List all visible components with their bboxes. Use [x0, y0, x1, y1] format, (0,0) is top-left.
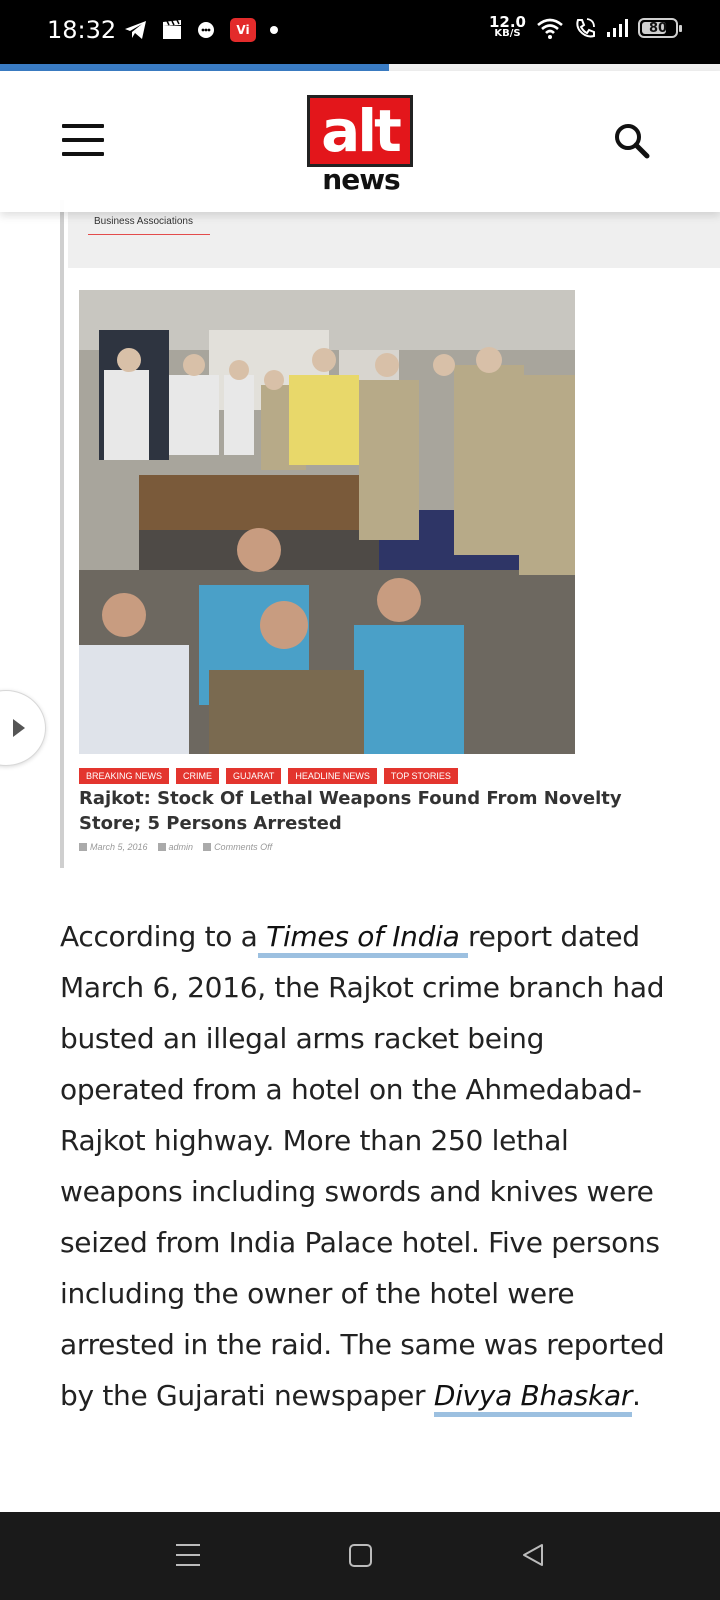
hamburger-icon[interactable] — [62, 124, 104, 156]
network-speed: 12.0 KB/S — [488, 13, 526, 40]
dot-icon — [270, 26, 278, 34]
tag-gujarat: GUJARAT — [226, 768, 282, 784]
tag-breaking-news: BREAKING NEWS — [79, 768, 170, 784]
navigation-bar — [0, 1512, 720, 1600]
embed-headline: Rajkot: Stock Of Lethal Weapons Found Fr… — [79, 788, 622, 834]
author-meta: admin — [157, 842, 193, 852]
site-logo[interactable]: alt news — [305, 83, 417, 196]
tag-headline-news: HEADLINE NEWS — [288, 768, 377, 784]
side-panel-toggle[interactable] — [0, 690, 46, 766]
clapperboard-icon — [162, 20, 182, 40]
embed-border — [60, 200, 64, 868]
article-body: According to a Times of India report dat… — [60, 911, 670, 1421]
tag-top-stories: TOP STORIES — [383, 768, 458, 784]
signal-icon — [606, 18, 628, 38]
vi-icon: Vi — [230, 18, 256, 42]
site-header: alt news — [0, 71, 720, 212]
embed-meta: March 5, 2016 admin Comments Off — [79, 842, 272, 852]
divya-bhaskar-link[interactable]: Divya Bhaskar — [433, 1379, 632, 1417]
logo-box: alt — [307, 95, 413, 167]
wifi-calling-icon — [574, 17, 596, 39]
calendar-icon — [79, 843, 87, 851]
bubble-icon — [196, 20, 216, 40]
search-icon[interactable] — [612, 121, 652, 161]
back-icon[interactable] — [520, 1542, 546, 1568]
battery-icon: 80 — [638, 18, 682, 38]
page-loading-bar — [0, 64, 720, 71]
status-time: 18:32 — [47, 16, 117, 44]
notification-icons: Vi — [124, 18, 278, 42]
news-photo — [79, 290, 575, 754]
wifi-icon — [536, 16, 564, 40]
embedded-screenshot: Business Associations BREAKING NEWS CRIM… — [60, 200, 720, 868]
tag-crime: CRIME — [176, 768, 220, 784]
status-bar: 18:32 Vi 12.0 KB/S 80 — [0, 0, 720, 64]
times-of-india-link[interactable]: Times of India — [257, 920, 469, 958]
comment-icon — [203, 843, 212, 851]
embed-nav-tab: Business Associations — [94, 216, 193, 227]
play-arrow-icon — [13, 719, 25, 737]
home-icon[interactable] — [349, 1544, 372, 1567]
tag-list: BREAKING NEWS CRIME GUJARAT HEADLINE NEW… — [79, 768, 458, 784]
telegram-icon — [124, 19, 148, 41]
page-loading-fill — [0, 64, 389, 71]
system-icons: 12.0 KB/S 80 — [488, 13, 682, 40]
date-meta: March 5, 2016 — [79, 842, 148, 852]
recent-apps-icon[interactable] — [176, 1544, 200, 1566]
user-icon — [157, 843, 166, 851]
comments-meta: Comments Off — [203, 842, 272, 852]
